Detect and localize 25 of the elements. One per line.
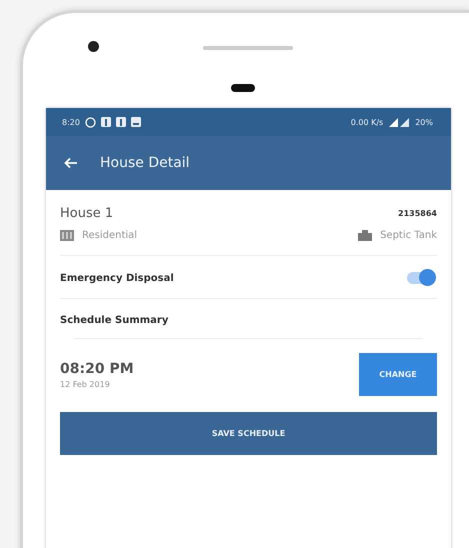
- back-arrow-icon: [64, 157, 78, 169]
- notification-icon: [116, 117, 126, 127]
- network-speed: 0.00 K/s: [350, 118, 384, 126]
- tank-type: Septic Tank: [380, 230, 437, 241]
- save-schedule-button[interactable]: SAVE SCHEDULE: [60, 412, 437, 455]
- tank-icon: [358, 230, 372, 241]
- screen-title: House Detail: [100, 155, 190, 171]
- notification-icon: [100, 117, 111, 127]
- emergency-disposal-label: Emergency Disposal: [60, 272, 174, 284]
- chat-icon: [84, 116, 96, 128]
- schedule-heading: Schedule Summary: [60, 315, 170, 326]
- change-button[interactable]: CHANGE: [359, 353, 437, 396]
- building-icon: [60, 230, 74, 241]
- house-name: House 1: [60, 206, 114, 221]
- house-id: 2135864: [398, 209, 437, 218]
- schedule-time: 08:20 PM: [60, 360, 134, 376]
- house-type: Residential: [82, 230, 138, 241]
- image-icon: [130, 117, 141, 127]
- earpiece-icon: [231, 84, 255, 92]
- schedule-date: 12 Feb 2019: [60, 380, 111, 388]
- battery-level: 20%: [415, 118, 433, 126]
- camera-icon: [88, 41, 99, 52]
- emergency-disposal-toggle[interactable]: [407, 272, 433, 284]
- status-time: 8:20: [62, 118, 80, 126]
- signal-icon: [388, 117, 410, 127]
